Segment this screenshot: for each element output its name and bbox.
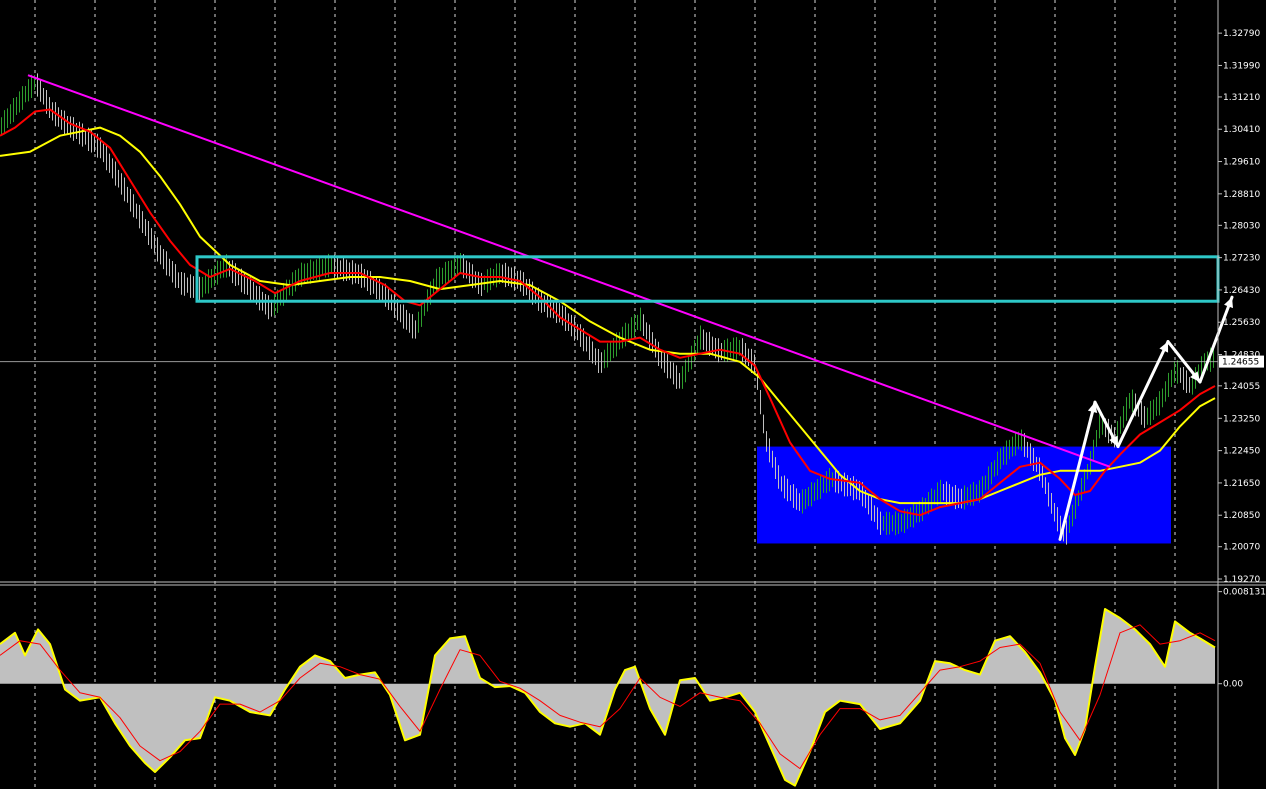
y-tick-label: 1.31990 <box>1223 61 1260 71</box>
y-tick-label: 1.26430 <box>1223 286 1260 296</box>
oscillator-tick-label: 0.00 <box>1223 680 1243 690</box>
y-tick-label: 1.19270 <box>1223 575 1260 585</box>
y-tick-label: 1.28810 <box>1223 190 1260 200</box>
y-tick-label: 1.20070 <box>1223 543 1260 553</box>
y-tick-label: 1.31210 <box>1223 93 1260 103</box>
y-tick-label: 1.32790 <box>1223 29 1260 39</box>
y-tick-label: 1.23250 <box>1223 414 1260 424</box>
y-tick-label: 1.27230 <box>1223 254 1260 264</box>
y-tick-label: 1.21650 <box>1223 479 1260 489</box>
y-tick-label: 1.28030 <box>1223 221 1260 231</box>
y-tick-label: 1.20850 <box>1223 511 1260 521</box>
oscillator-tick-label: 0.008131 <box>1223 588 1266 598</box>
y-tick-label: 1.24055 <box>1223 382 1260 392</box>
y-tick-label: 1.29610 <box>1223 158 1260 168</box>
y-tick-label: 1.22450 <box>1223 447 1260 457</box>
y-tick-label: 1.30410 <box>1223 125 1260 135</box>
current-price-label: 1.24655 <box>1222 358 1259 368</box>
y-tick-label: 1.25630 <box>1223 318 1260 328</box>
forex-chart: 1.32790 1.31990 1.31210 1.30410 1.29610 1.288… <box>0 0 1266 789</box>
